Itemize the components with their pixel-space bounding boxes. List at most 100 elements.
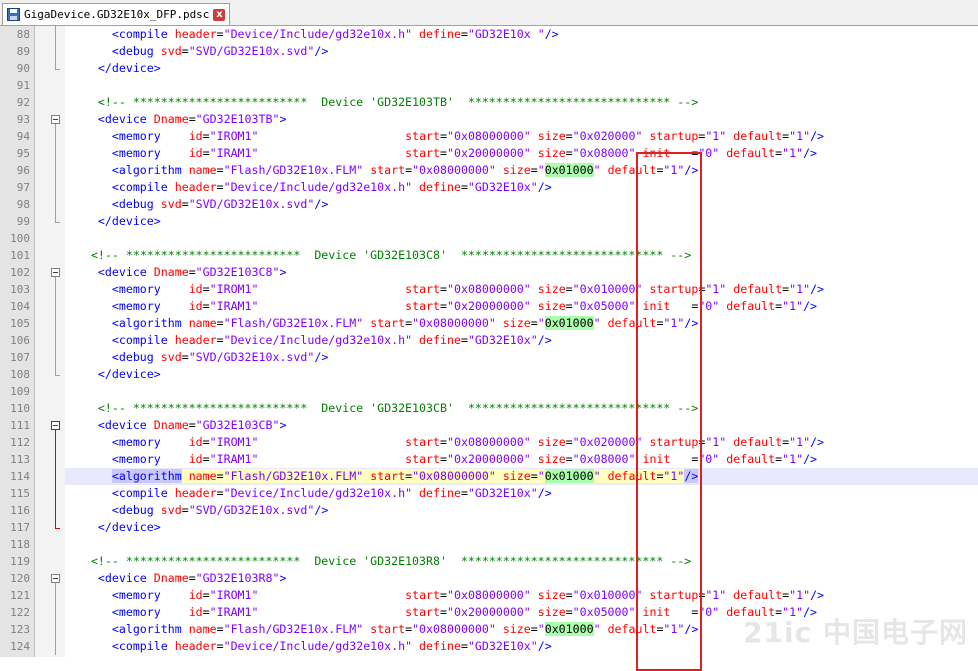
code-token: "0x08000000"	[412, 469, 496, 483]
fold-toggle-icon[interactable]	[51, 115, 60, 124]
code-line[interactable]: 98 <debug svd="SVD/GD32E10x.svd"/>	[0, 196, 978, 213]
code-line[interactable]: 100	[0, 230, 978, 247]
code-line[interactable]: 89 <debug svd="SVD/GD32E10x.svd"/>	[0, 43, 978, 60]
code-line[interactable]: 121 <memory id="IROM1" start="0x08000000…	[0, 587, 978, 604]
code-token: =	[188, 571, 196, 585]
code-line[interactable]: 116 <debug svd="SVD/GD32E10x.svd"/>	[0, 502, 978, 519]
code-token: "IRAM1"	[209, 299, 259, 313]
code-token: "0x05000"	[572, 605, 636, 619]
code-token: start	[370, 163, 406, 177]
fold-guide	[55, 43, 56, 60]
code-token: start	[370, 469, 406, 483]
code-line[interactable]: 92 <!-- ************************* Device…	[0, 94, 978, 111]
code-token: =	[216, 622, 224, 636]
code-token: <memory	[111, 146, 161, 160]
code-token: <!-- ************************* Device 'G…	[97, 95, 699, 109]
code-line[interactable]: 115 <compile header="Device/Include/gd32…	[0, 485, 978, 502]
line-source: <debug svd="SVD/GD32E10x.svd"/>	[70, 502, 328, 519]
code-line[interactable]: 91	[0, 77, 978, 94]
line-number: 90	[16, 62, 30, 75]
code-line[interactable]: 94 <memory id="IROM1" start="0x08000000"…	[0, 128, 978, 145]
code-line[interactable]: 97 <compile header="Device/Include/gd32e…	[0, 179, 978, 196]
close-tab-icon[interactable]: x	[213, 8, 226, 21]
code-token: "	[537, 469, 545, 483]
fold-toggle-icon[interactable]	[51, 268, 60, 277]
code-line[interactable]: 113 <memory id="IRAM1" start="0x20000000…	[0, 451, 978, 468]
code-token: "Device/Include/gd32e10x.h"	[223, 333, 413, 347]
code-token: "0x08000000"	[447, 588, 531, 602]
code-token: start	[405, 435, 441, 449]
line-number: 98	[16, 198, 30, 211]
fold-end-marker	[55, 222, 60, 223]
code-token: />	[537, 180, 552, 194]
code-token: start	[405, 605, 441, 619]
code-token: <device	[97, 112, 147, 126]
code-editor[interactable]: 88 <compile header="Device/Include/gd32e…	[0, 26, 978, 671]
code-line[interactable]: 119 <!-- ************************* Devic…	[0, 553, 978, 570]
code-token: =	[565, 299, 573, 313]
code-line[interactable]: 88 <compile header="Device/Include/gd32e…	[0, 26, 978, 43]
code-token: "0x020000"	[572, 435, 643, 449]
code-line[interactable]: 95 <memory id="IRAM1" start="0x20000000"…	[0, 145, 978, 162]
size-value-highlight: 0x01000	[544, 469, 594, 483]
code-token: />	[314, 44, 329, 58]
code-token: "IROM1"	[209, 282, 259, 296]
code-line[interactable]: 93 <device Dname="GD32E103TB">	[0, 111, 978, 128]
code-line[interactable]: 109	[0, 383, 978, 400]
fold-guide	[55, 128, 56, 145]
fold-guide	[55, 26, 56, 43]
code-token: =	[202, 588, 210, 602]
line-number: 107	[10, 351, 30, 364]
line-number: 91	[16, 79, 30, 92]
code-line[interactable]: 117 </device>	[0, 519, 978, 536]
code-token: <memory	[111, 452, 161, 466]
code-token: id	[188, 605, 203, 619]
code-line[interactable]: 118	[0, 536, 978, 553]
code-line[interactable]: 99 </device>	[0, 213, 978, 230]
code-token: "1"	[789, 129, 811, 143]
size-value-highlight: 0x01000	[544, 622, 594, 636]
code-line[interactable]: 103 <memory id="IROM1" start="0x08000000…	[0, 281, 978, 298]
code-token: "GD32E103C8"	[195, 265, 280, 279]
fold-toggle-icon[interactable]	[51, 574, 60, 583]
code-line[interactable]: 120 <device Dname="GD32E103R8">	[0, 570, 978, 587]
code-line[interactable]: 111 <device Dname="GD32E103CB">	[0, 417, 978, 434]
code-line[interactable]: 90 </device>	[0, 60, 978, 77]
code-token: header	[174, 180, 217, 194]
code-line[interactable]: 112 <memory id="IROM1" start="0x08000000…	[0, 434, 978, 451]
code-token: "0x08000000"	[447, 282, 531, 296]
code-token: default	[726, 452, 776, 466]
code-token: "0x20000000"	[447, 299, 531, 313]
code-line[interactable]: 104 <memory id="IRAM1" start="0x20000000…	[0, 298, 978, 315]
code-line[interactable]: 105 <algorithm name="Flash/GD32E10x.FLM"…	[0, 315, 978, 332]
code-line[interactable]: 108 </device>	[0, 366, 978, 383]
code-token: define	[419, 180, 461, 194]
code-token: <algorithm	[111, 163, 182, 177]
code-line[interactable]: 114 <algorithm name="Flash/GD32E10x.FLM"…	[0, 468, 978, 485]
line-number: 117	[10, 521, 30, 534]
code-line[interactable]: 96 <algorithm name="Flash/GD32E10x.FLM" …	[0, 162, 978, 179]
code-line[interactable]: 110 <!-- ************************* Devic…	[0, 400, 978, 417]
code-token: define	[419, 27, 461, 41]
code-token: =	[530, 622, 538, 636]
code-line[interactable]: 101 <!-- ************************* Devic…	[0, 247, 978, 264]
code-line[interactable]: 102 <device Dname="GD32E103C8">	[0, 264, 978, 281]
line-number: 113	[10, 453, 30, 466]
code-token: "GD32E103CB"	[195, 418, 280, 432]
code-token: />	[803, 452, 818, 466]
fold-toggle-icon[interactable]	[51, 421, 60, 430]
code-line[interactable]: 107 <debug svd="SVD/GD32E10x.svd"/>	[0, 349, 978, 366]
fold-guide	[55, 604, 56, 621]
code-line[interactable]: 106 <compile header="Device/Include/gd32…	[0, 332, 978, 349]
code-token: "1"	[705, 435, 727, 449]
file-tab[interactable]: GigaDevice.GD32E10x_DFP.pdsc x	[2, 3, 231, 25]
